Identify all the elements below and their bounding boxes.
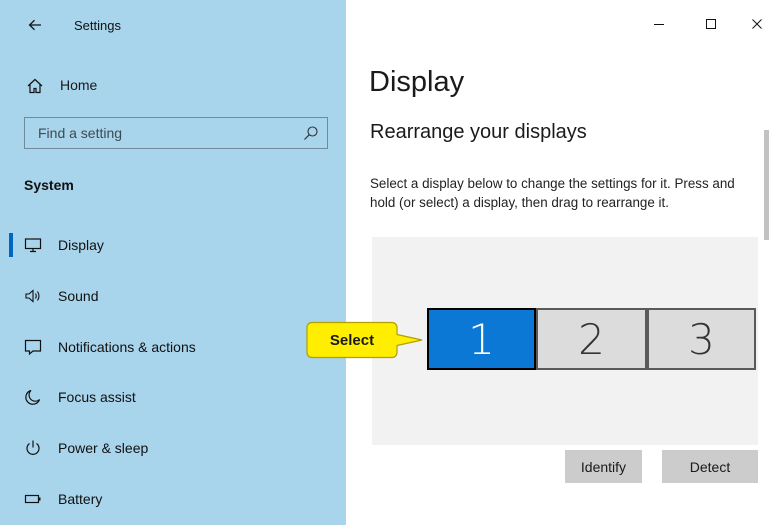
search-input[interactable]	[25, 118, 295, 148]
scrollbar[interactable]	[762, 110, 771, 525]
sidebar-item-label: Display	[58, 237, 104, 253]
moon-icon	[25, 389, 41, 405]
sidebar-item-label: Notifications & actions	[58, 339, 196, 355]
callout-label: Select	[329, 331, 375, 349]
back-arrow-icon	[28, 19, 41, 31]
detect-button[interactable]: Detect	[662, 450, 758, 483]
description-text: Select a display below to change the set…	[370, 176, 735, 210]
display-1-tile[interactable]: 1	[427, 308, 536, 370]
speaker-icon	[25, 289, 40, 303]
minimize-icon	[654, 24, 664, 25]
sidebar-item-label: Home	[60, 77, 98, 93]
identify-button[interactable]: Identify	[565, 450, 642, 483]
page-title: Display	[369, 66, 465, 98]
display-3-tile[interactable]: 3	[647, 308, 756, 370]
notification-icon	[24, 339, 42, 356]
sidebar-item-power-sleep[interactable]: Power & sleep	[0, 428, 346, 468]
close-button[interactable]	[743, 10, 771, 38]
sidebar-item-sound[interactable]: Sound	[0, 276, 346, 316]
sidebar-item-home[interactable]: Home	[0, 68, 346, 104]
sidebar-item-battery[interactable]: Battery	[0, 479, 346, 519]
minimize-button[interactable]	[645, 10, 673, 38]
section-heading: Rearrange your displays	[370, 121, 587, 143]
sidebar-item-label: Sound	[58, 288, 99, 304]
maximize-icon	[706, 19, 716, 29]
selected-indicator	[9, 233, 13, 257]
home-icon	[27, 78, 43, 94]
sidebar-item-label: Power & sleep	[58, 440, 149, 456]
battery-icon	[24, 494, 41, 504]
sidebar: Settings Home System Display Sound	[0, 0, 346, 525]
search-icon[interactable]	[303, 125, 319, 141]
section-title: System	[24, 177, 74, 193]
power-icon	[26, 440, 40, 455]
sidebar-item-focus-assist[interactable]: Focus assist	[0, 377, 346, 417]
back-button[interactable]	[22, 12, 48, 38]
close-icon	[752, 19, 762, 29]
display-arrangement-area[interactable]: 1 2 3	[372, 237, 758, 445]
sidebar-item-display[interactable]: Display	[0, 225, 346, 265]
sidebar-item-notifications[interactable]: Notifications & actions	[0, 327, 346, 367]
search-box[interactable]	[24, 117, 328, 149]
monitor-icon	[24, 238, 42, 253]
sidebar-item-label: Battery	[58, 491, 103, 507]
maximize-button[interactable]	[697, 10, 725, 38]
sidebar-item-label: Focus assist	[58, 389, 136, 405]
scrollbar-thumb[interactable]	[764, 130, 769, 240]
app-title: Settings	[74, 18, 121, 33]
display-2-tile[interactable]: 2	[536, 308, 647, 370]
